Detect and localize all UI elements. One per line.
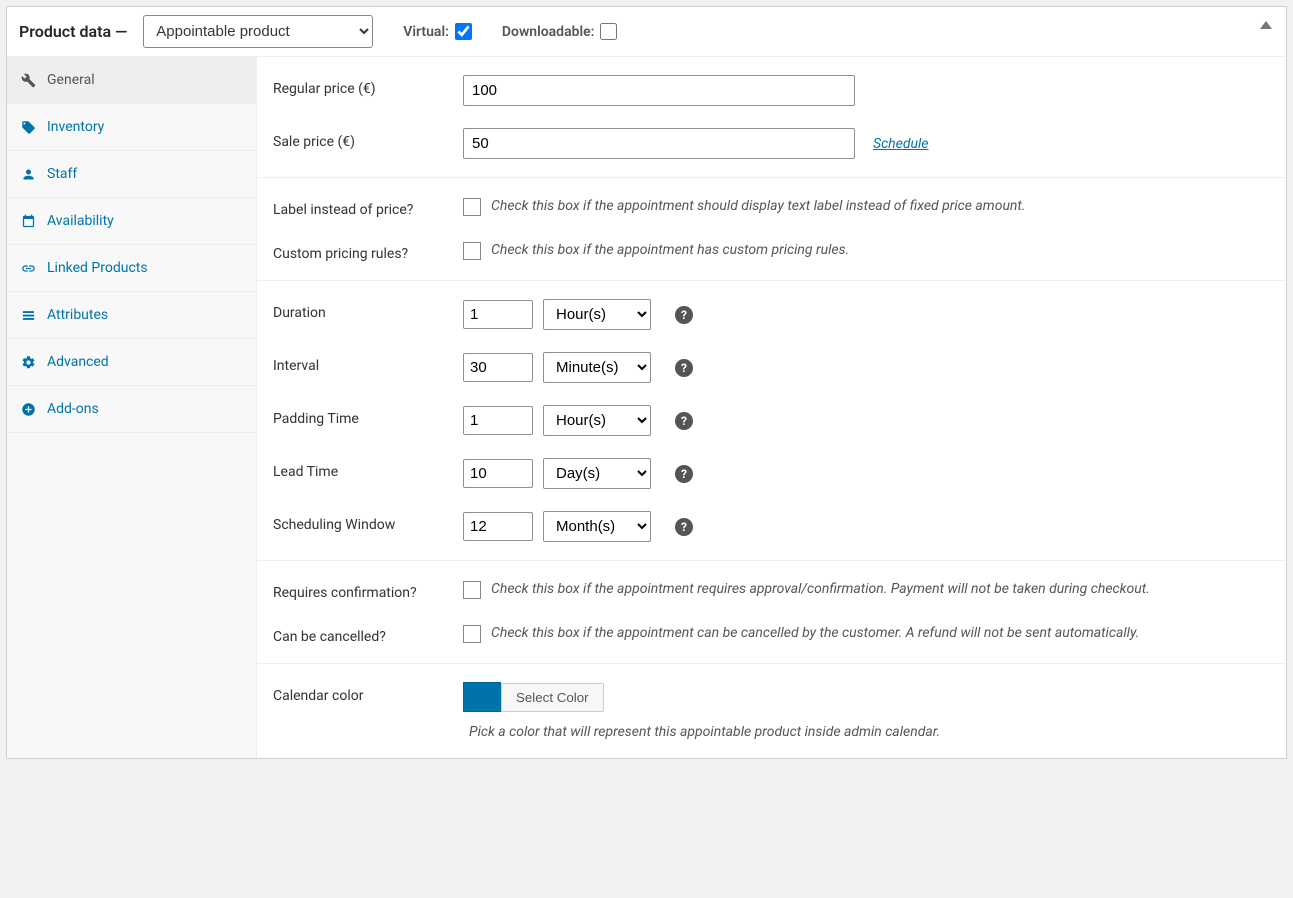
virtual-checkbox[interactable] <box>455 23 472 40</box>
content-area: Regular price (€) Sale price (€) Schedul… <box>257 57 1286 758</box>
downloadable-checkbox-label[interactable]: Downloadable: <box>502 23 618 40</box>
sidebar-item-label: Advanced <box>47 354 109 370</box>
panel-header: Product data — Appointable product Virtu… <box>7 7 1286 57</box>
label-instead-hint: Check this box if the appointment should… <box>491 196 1025 217</box>
sidebar-item-attributes[interactable]: Attributes <box>7 292 256 339</box>
help-icon[interactable]: ? <box>675 306 693 324</box>
regular-price-input[interactable] <box>463 75 855 106</box>
custom-pricing-hint: Check this box if the appointment has cu… <box>491 240 849 261</box>
regular-price-label: Regular price (€) <box>273 75 463 97</box>
can-be-cancelled-hint: Check this box if the appointment can be… <box>491 623 1270 644</box>
list-icon <box>21 308 37 323</box>
duration-label: Duration <box>273 299 463 321</box>
pricing-options-section: Label instead of price? Check this box i… <box>257 178 1286 281</box>
sidebar-item-availability[interactable]: Availability <box>7 198 256 245</box>
pricing-section: Regular price (€) Sale price (€) Schedul… <box>257 57 1286 178</box>
virtual-checkbox-label[interactable]: Virtual: <box>403 23 472 40</box>
sidebar-item-label: Staff <box>47 166 77 182</box>
link-icon <box>21 261 37 276</box>
sidebar-item-label: Add-ons <box>47 401 99 417</box>
timing-section: Duration Hour(s) ? Interval Minute(s) ? <box>257 281 1286 561</box>
interval-input[interactable] <box>463 353 533 382</box>
lead-input[interactable] <box>463 459 533 488</box>
sidebar-item-label: Availability <box>47 213 114 229</box>
window-label: Scheduling Window <box>273 511 463 533</box>
duration-input[interactable] <box>463 300 533 329</box>
can-be-cancelled-label: Can be cancelled? <box>273 623 463 645</box>
padding-input[interactable] <box>463 406 533 435</box>
gear-icon <box>21 355 37 370</box>
product-type-select[interactable]: Appointable product <box>143 15 373 48</box>
calendar-color-hint: Pick a color that will represent this ap… <box>463 724 1270 740</box>
padding-label: Padding Time <box>273 405 463 427</box>
help-icon[interactable]: ? <box>675 359 693 377</box>
label-instead-checkbox[interactable] <box>463 198 481 216</box>
schedule-link[interactable]: Schedule <box>873 136 929 152</box>
padding-unit-select[interactable]: Hour(s) <box>543 405 651 436</box>
sidebar: General Inventory Staff Availability <box>7 57 257 758</box>
help-icon[interactable]: ? <box>675 465 693 483</box>
sidebar-item-addons[interactable]: Add-ons <box>7 386 256 433</box>
person-icon <box>21 167 37 182</box>
sidebar-item-linked-products[interactable]: Linked Products <box>7 245 256 292</box>
calendar-color-label: Calendar color <box>273 682 463 704</box>
calendar-icon <box>21 214 37 229</box>
requires-confirmation-checkbox[interactable] <box>463 581 481 599</box>
panel-title: Product data — <box>19 22 127 41</box>
product-data-panel: Product data — Appointable product Virtu… <box>6 6 1287 759</box>
select-color-button[interactable]: Select Color <box>501 683 604 712</box>
window-input[interactable] <box>463 512 533 541</box>
sidebar-item-label: Inventory <box>47 119 104 135</box>
sale-price-label: Sale price (€) <box>273 128 463 150</box>
can-be-cancelled-checkbox[interactable] <box>463 625 481 643</box>
sidebar-item-label: Linked Products <box>47 260 148 276</box>
downloadable-checkbox[interactable] <box>600 23 617 40</box>
sidebar-item-label: General <box>47 72 95 88</box>
duration-unit-select[interactable]: Hour(s) <box>543 299 651 330</box>
wrench-icon <box>21 73 37 88</box>
custom-pricing-label: Custom pricing rules? <box>273 240 463 262</box>
sidebar-item-general[interactable]: General <box>7 57 256 104</box>
confirmation-section: Requires confirmation? Check this box if… <box>257 561 1286 664</box>
label-instead-label: Label instead of price? <box>273 196 463 218</box>
sidebar-item-label: Attributes <box>47 307 108 323</box>
collapse-toggle-icon[interactable] <box>1260 21 1272 29</box>
custom-pricing-checkbox[interactable] <box>463 242 481 260</box>
sidebar-item-inventory[interactable]: Inventory <box>7 104 256 151</box>
window-unit-select[interactable]: Month(s) <box>543 511 651 542</box>
interval-label: Interval <box>273 352 463 374</box>
requires-confirmation-hint: Check this box if the appointment requir… <box>491 579 1270 600</box>
interval-unit-select[interactable]: Minute(s) <box>543 352 651 383</box>
sidebar-item-advanced[interactable]: Advanced <box>7 339 256 386</box>
color-section: Calendar color Select Color Pick a color… <box>257 664 1286 758</box>
help-icon[interactable]: ? <box>675 518 693 536</box>
lead-label: Lead Time <box>273 458 463 480</box>
tag-icon <box>21 120 37 135</box>
sidebar-item-staff[interactable]: Staff <box>7 151 256 198</box>
requires-confirmation-label: Requires confirmation? <box>273 579 463 601</box>
help-icon[interactable]: ? <box>675 412 693 430</box>
plus-circle-icon <box>21 402 37 417</box>
color-swatch[interactable] <box>463 682 501 712</box>
sale-price-input[interactable] <box>463 128 855 159</box>
lead-unit-select[interactable]: Day(s) <box>543 458 651 489</box>
